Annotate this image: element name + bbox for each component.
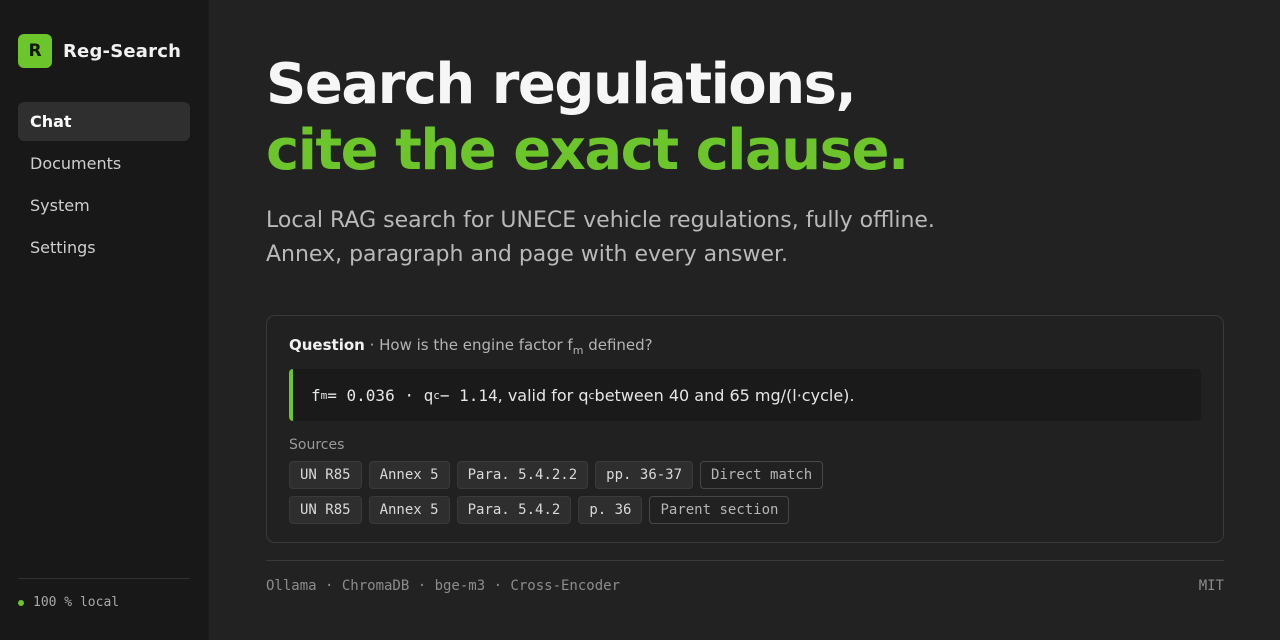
source-chip-regulation[interactable]: UN R85: [289, 461, 362, 489]
app-window: R Reg-Search Chat Documents System Setti…: [0, 0, 1280, 640]
status-text: 100 % local: [33, 595, 120, 610]
match-type-badge: Direct match: [700, 461, 824, 489]
question-text-pre: How is the engine factor f: [379, 336, 573, 354]
sidebar-item-settings[interactable]: Settings: [18, 228, 190, 267]
brand-logo: R: [18, 34, 52, 68]
question-sep: ·: [364, 336, 380, 354]
main-content: Search regulations, cite the exact claus…: [209, 0, 1280, 640]
source-chip-page[interactable]: pp. 36-37: [595, 461, 694, 489]
question-text-post: defined?: [583, 336, 653, 354]
brand[interactable]: R Reg-Search: [18, 34, 190, 68]
subtitle-line2: Annex, paragraph and page with every ans…: [266, 242, 789, 267]
hero-subtitle: Local RAG search for UNECE vehicle regul…: [266, 204, 1224, 272]
hero-title-line2: cite the exact clause.: [266, 118, 909, 183]
question-sub: m: [572, 344, 584, 357]
example-card: Question · How is the engine factor fm d…: [266, 315, 1224, 543]
answer-text-pre: , valid for q: [497, 385, 589, 405]
status-footer: 100 % local: [18, 578, 190, 610]
answer-box: fm = 0.036 · qc − 1.14, valid for qc bet…: [289, 369, 1201, 421]
answer-f: f: [311, 385, 321, 405]
status-dot-icon: [18, 599, 24, 606]
answer-formula-mid: = 0.036 · q: [327, 385, 434, 405]
source-chip-paragraph[interactable]: Para. 5.4.2.2: [456, 461, 589, 489]
tech-stack: Ollama · ChromaDB · bge-m3 · Cross-Encod…: [266, 578, 621, 594]
sidebar-item-chat[interactable]: Chat: [18, 102, 190, 141]
source-chip-regulation[interactable]: UN R85: [289, 496, 362, 524]
answer-f-sub: m: [320, 388, 328, 402]
sidebar: R Reg-Search Chat Documents System Setti…: [0, 0, 209, 640]
brand-name: Reg-Search: [63, 40, 182, 62]
license-label: MIT: [1198, 578, 1224, 594]
source-chip-paragraph[interactable]: Para. 5.4.2: [456, 496, 572, 524]
source-chip-annex[interactable]: Annex 5: [368, 461, 450, 489]
source-chip-annex[interactable]: Annex 5: [368, 496, 450, 524]
answer-formula-end: − 1.14: [439, 385, 498, 405]
page-footer: Ollama · ChromaDB · bge-m3 · Cross-Encod…: [266, 560, 1224, 594]
question-line: Question · How is the engine factor fm d…: [289, 336, 1201, 358]
hero-title-line1: Search regulations,: [266, 52, 857, 117]
sidebar-nav: Chat Documents System Settings: [18, 102, 190, 267]
sidebar-item-system[interactable]: System: [18, 186, 190, 225]
source-row: UN R85 Annex 5 Para. 5.4.2.2 pp. 36-37 D…: [289, 461, 1201, 489]
answer-text-post: between 40 and 65 mg/(l·cycle).: [594, 385, 855, 405]
answer-q-sub: c: [433, 388, 440, 402]
source-row: UN R85 Annex 5 Para. 5.4.2 p. 36 Parent …: [289, 496, 1201, 524]
sidebar-item-documents[interactable]: Documents: [18, 144, 190, 183]
match-type-badge: Parent section: [649, 496, 790, 524]
subtitle-line1: Local RAG search for UNECE vehicle regul…: [266, 208, 935, 233]
source-chip-page[interactable]: p. 36: [578, 496, 643, 524]
sources-label: Sources: [289, 437, 345, 453]
question-label: Question: [289, 336, 365, 354]
